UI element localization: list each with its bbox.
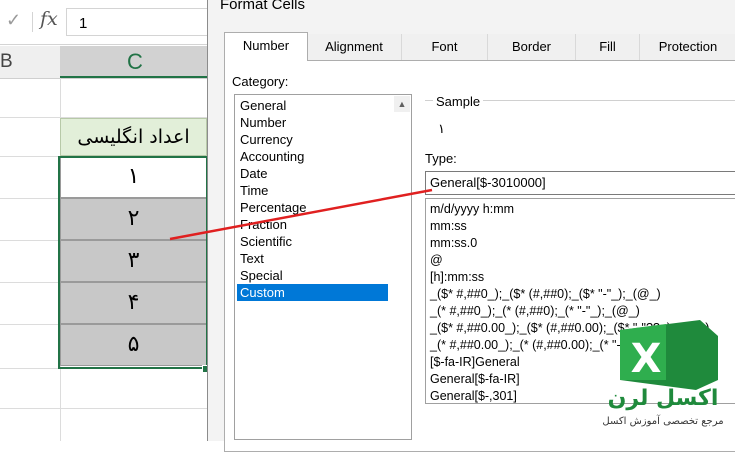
type-list-item[interactable]: mm:ss bbox=[430, 218, 467, 235]
gridline bbox=[0, 198, 60, 199]
category-item-general[interactable]: General bbox=[237, 97, 398, 114]
type-list-item[interactable]: [h]:mm:ss bbox=[430, 269, 484, 286]
type-label: Type: bbox=[425, 151, 457, 166]
formula-bar-divider bbox=[32, 12, 33, 32]
category-label: Category: bbox=[232, 74, 289, 89]
insert-function-icon[interactable]: fx bbox=[40, 8, 58, 30]
type-input[interactable]: General[$-3010000] bbox=[425, 171, 735, 195]
formula-input[interactable]: 1 bbox=[66, 8, 216, 36]
logo-letter: X bbox=[631, 336, 662, 382]
category-list[interactable]: General Number Currency Accounting Date … bbox=[234, 94, 412, 440]
type-list-item[interactable]: [$-fa-IR]General bbox=[430, 354, 520, 371]
category-item-scientific[interactable]: Scientific bbox=[237, 233, 398, 250]
type-list-item[interactable]: General[$-fa-IR] bbox=[430, 371, 520, 388]
brand-name: اکسل لرن bbox=[607, 386, 719, 411]
scroll-up-icon[interactable]: ▲ bbox=[394, 96, 410, 112]
gridline bbox=[0, 282, 60, 283]
selection-border bbox=[58, 156, 208, 369]
type-list-item[interactable]: m/d/yyyy h:mm bbox=[430, 201, 514, 218]
tab-border[interactable]: Border bbox=[488, 34, 576, 60]
check-icon[interactable]: ✓ bbox=[6, 10, 21, 31]
dialog-title: Format Cells bbox=[220, 0, 306, 13]
category-item-custom[interactable]: Custom bbox=[237, 284, 388, 301]
column-header-c[interactable]: C bbox=[60, 46, 210, 78]
category-item-date[interactable]: Date bbox=[237, 165, 398, 182]
table-header-cell[interactable]: اعداد انگلیسی bbox=[60, 118, 207, 156]
gridline bbox=[0, 156, 60, 157]
category-item-percentage[interactable]: Percentage bbox=[237, 199, 398, 216]
gridline bbox=[0, 324, 60, 325]
column-headers: B C bbox=[0, 46, 210, 79]
category-item-number[interactable]: Number bbox=[237, 114, 398, 131]
category-item-currency[interactable]: Currency bbox=[237, 131, 398, 148]
sample-label: Sample bbox=[433, 94, 484, 109]
tab-protection[interactable]: Protection bbox=[640, 34, 735, 60]
tab-strip: Number Alignment Font Border Fill Protec… bbox=[224, 32, 735, 61]
type-list-item[interactable]: General[$-,301] bbox=[430, 388, 517, 405]
column-header-b[interactable]: B bbox=[0, 46, 61, 78]
formula-bar: ✓ fx 1 bbox=[0, 0, 216, 45]
tab-font[interactable]: Font bbox=[402, 34, 488, 60]
category-item-accounting[interactable]: Accounting bbox=[237, 148, 398, 165]
gridline bbox=[0, 240, 60, 241]
sample-value: ۱ bbox=[438, 121, 445, 136]
gridline bbox=[0, 408, 207, 409]
tab-number[interactable]: Number bbox=[224, 32, 308, 61]
category-item-time[interactable]: Time bbox=[237, 182, 398, 199]
category-item-text[interactable]: Text bbox=[237, 250, 398, 267]
category-item-special[interactable]: Special bbox=[237, 267, 398, 284]
tab-alignment[interactable]: Alignment bbox=[307, 34, 402, 60]
brand-tagline: مرجع تخصصی آموزش اکسل bbox=[602, 416, 724, 427]
type-list-item[interactable]: @ bbox=[430, 252, 443, 269]
tab-fill[interactable]: Fill bbox=[576, 34, 640, 60]
type-list-item[interactable]: _($* #,##0_);_($* (#,##0);_($* "-"_);_(@… bbox=[430, 286, 661, 303]
category-item-fraction[interactable]: Fraction bbox=[237, 216, 398, 233]
type-list-item[interactable]: mm:ss.0 bbox=[430, 235, 477, 252]
